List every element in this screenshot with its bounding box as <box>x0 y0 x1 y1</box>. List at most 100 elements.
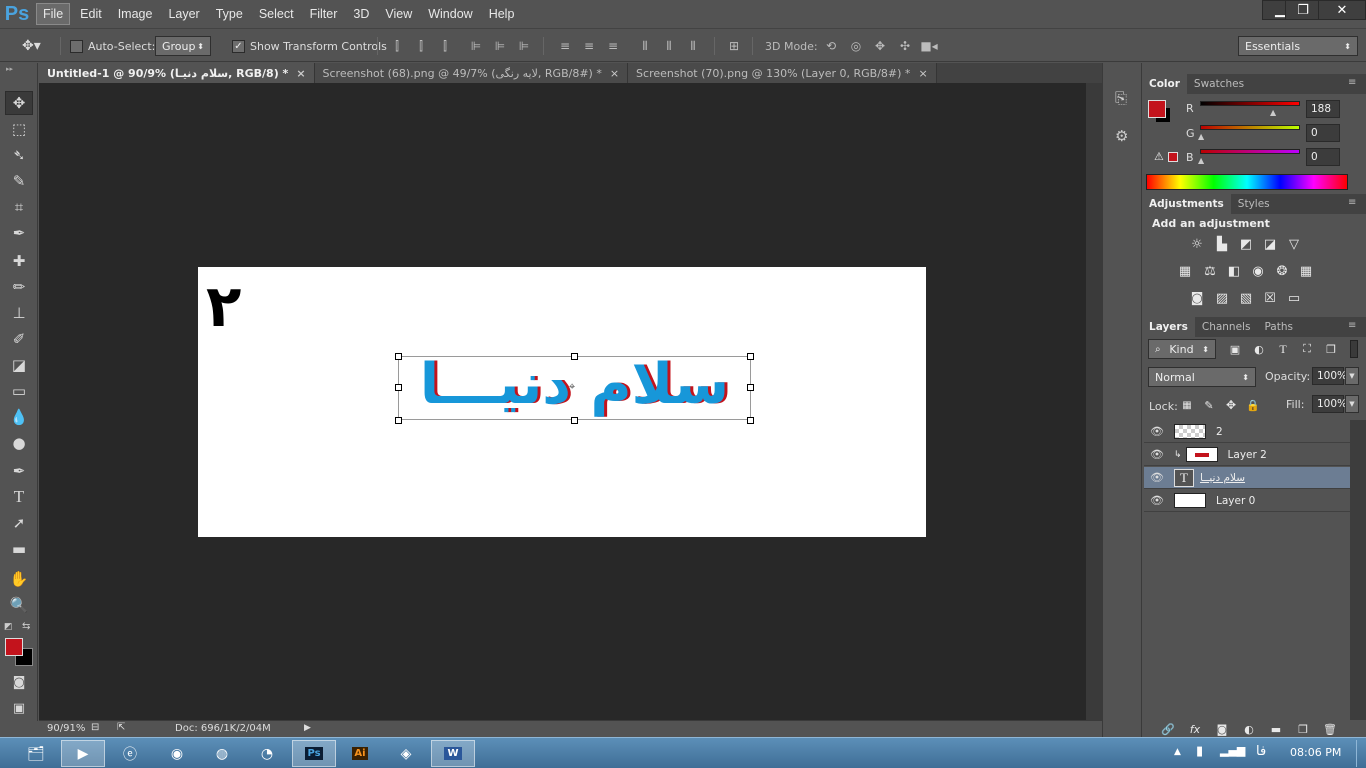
b-slider[interactable] <box>1200 149 1300 154</box>
menu-layer[interactable]: Layer <box>162 4 205 24</box>
hue-saturation-icon[interactable]: ▦ <box>1176 263 1194 279</box>
blur-tool-icon[interactable]: 💧 <box>5 405 33 429</box>
curves-icon[interactable]: ◩ <box>1237 236 1255 252</box>
color-lookup-icon[interactable]: ▦ <box>1297 263 1315 279</box>
menu-file[interactable]: File <box>36 3 71 25</box>
close-button[interactable]: ✕ <box>1318 0 1366 20</box>
zoom-tool-icon[interactable]: 🔍 <box>5 593 33 617</box>
layer-row[interactable]: 👁 Layer 0 <box>1144 490 1350 512</box>
transform-handle[interactable] <box>395 384 402 391</box>
filter-toggle[interactable] <box>1350 340 1358 358</box>
close-tab-icon[interactable]: × <box>296 67 305 80</box>
clock[interactable]: 08:06 PM <box>1290 746 1341 759</box>
layer-row-selected[interactable]: 👁 T سلام دنیــا <box>1144 467 1350 489</box>
levels-icon[interactable]: ▙ <box>1213 236 1231 252</box>
vibrance-icon[interactable]: ▽ <box>1285 236 1303 252</box>
vertical-scrollbar[interactable] <box>1086 83 1102 720</box>
crop-tool-icon[interactable]: ⌗ <box>5 195 33 219</box>
3d-rotate-icon[interactable]: ⟲ <box>823 38 839 54</box>
filter-kind-dropdown[interactable]: ⌕ Kind ⬍ <box>1148 339 1216 359</box>
foreground-color-swatch[interactable] <box>5 638 23 656</box>
gamut-warning-icon[interactable]: ⚠ <box>1154 150 1164 163</box>
lock-transparent-icon[interactable]: ▦ <box>1178 397 1196 413</box>
transform-handle[interactable] <box>571 353 578 360</box>
zoom-level[interactable]: 90/91% <box>47 723 85 734</box>
move-tool-preset-icon[interactable]: ✥▾ <box>22 29 41 63</box>
fx-icon[interactable]: fx <box>1186 721 1204 737</box>
close-tab-icon[interactable]: × <box>610 67 619 80</box>
quick-mask-icon[interactable]: ◙ <box>5 670 33 694</box>
tab-screenshot-68[interactable]: Screenshot (68).png @ 49/7% (لایه رنگی, … <box>314 63 629 83</box>
menu-filter[interactable]: Filter <box>304 4 344 24</box>
ie-icon[interactable]: ⓔ <box>108 740 152 767</box>
gradient-tool-icon[interactable]: ▭ <box>5 379 33 403</box>
filter-adjustment-icon[interactable]: ◐ <box>1250 341 1268 357</box>
fg-color-chip[interactable] <box>1148 100 1166 118</box>
distribute-right-icon[interactable]: ⫴ <box>685 38 701 54</box>
filter-smart-object-icon[interactable]: ❐ <box>1322 341 1340 357</box>
history-panel-icon[interactable]: ⎘ <box>1115 89 1127 107</box>
brush-tool-icon[interactable]: ✏ <box>5 275 33 299</box>
visibility-eye-icon[interactable]: 👁 <box>1144 448 1170 461</box>
layer-name[interactable]: Layer 2 <box>1228 449 1267 461</box>
auto-select-checkbox[interactable]: Auto-Select: <box>70 29 155 63</box>
3d-slide-icon[interactable]: ✣ <box>897 38 913 54</box>
battery-icon[interactable]: ▮ <box>1196 744 1203 759</box>
align-bottom-icon[interactable]: ⫿ <box>437 38 453 54</box>
reference-point-icon[interactable]: ⌖ <box>569 380 575 394</box>
layer-row[interactable]: 👁 2 <box>1144 421 1350 443</box>
workspace-dropdown[interactable]: Essentials ⬍ <box>1238 36 1358 56</box>
3d-roll-icon[interactable]: ◎ <box>848 38 864 54</box>
transform-handle[interactable] <box>395 417 402 424</box>
swap-colors-icon[interactable]: ⇆ <box>22 621 30 632</box>
align-left-icon[interactable]: ⊫ <box>468 38 484 54</box>
close-tab-icon[interactable]: × <box>918 67 927 80</box>
menu-select[interactable]: Select <box>253 4 300 24</box>
threshold-icon[interactable]: ▧ <box>1237 290 1255 306</box>
align-top-icon[interactable]: ⫿ <box>389 38 405 54</box>
tab-adjustments[interactable]: Adjustments <box>1142 194 1231 214</box>
filter-pixel-icon[interactable]: ▣ <box>1226 341 1244 357</box>
path-select-tool-icon[interactable]: ➚ <box>5 511 33 535</box>
eyedropper-tool-icon[interactable]: ✒ <box>5 221 33 245</box>
firefox-icon[interactable]: ◍ <box>200 740 244 767</box>
menu-3d[interactable]: 3D <box>347 4 375 24</box>
blender-icon[interactable]: ◔ <box>245 740 289 767</box>
media-player-icon[interactable]: ▶ <box>61 740 105 767</box>
menu-window[interactable]: Window <box>422 4 478 24</box>
network-icon[interactable]: ▂▄▆ <box>1220 744 1245 757</box>
g-value-input[interactable]: 0 <box>1306 124 1340 142</box>
screen-mode-icon[interactable]: ▣ <box>5 696 33 720</box>
channel-mixer-icon[interactable]: ❂ <box>1273 263 1291 279</box>
align-vcenter-icon[interactable]: ⫿ <box>413 38 429 54</box>
tab-screenshot-70[interactable]: Screenshot (70).png @ 130% (Layer 0, RGB… <box>628 63 937 83</box>
chrome-icon[interactable]: ◉ <box>155 740 199 767</box>
type-tool-icon[interactable]: T <box>5 485 33 509</box>
g-slider[interactable] <box>1200 125 1300 130</box>
rectangle-tool-icon[interactable]: ▬ <box>5 537 33 561</box>
explorer-icon[interactable]: 🗂 <box>14 740 58 767</box>
blend-mode-dropdown[interactable]: Normal ⬍ <box>1148 367 1256 387</box>
menu-help[interactable]: Help <box>483 4 521 24</box>
restore-button[interactable]: ❐ <box>1285 0 1321 20</box>
posterize-icon[interactable]: ▨ <box>1213 290 1231 306</box>
tray-expand-icon[interactable]: ▲ <box>1174 747 1181 757</box>
export-icon[interactable]: ⇱ <box>117 722 125 733</box>
document-canvas[interactable]: ۲ سلام دنیـــا ⌖ <box>198 267 926 537</box>
proof-icon[interactable]: ⊟ <box>91 722 99 733</box>
tab-styles[interactable]: Styles <box>1231 194 1277 214</box>
distribute-hcenter-icon[interactable]: ⫴ <box>661 38 677 54</box>
r-value-input[interactable]: 188 <box>1306 100 1340 118</box>
tab-channels[interactable]: Channels <box>1195 317 1258 337</box>
new-group-icon[interactable]: ▬ <box>1267 721 1285 737</box>
invert-icon[interactable]: ◙ <box>1188 290 1206 306</box>
hand-tool-icon[interactable]: ✋ <box>5 567 33 591</box>
history-brush-tool-icon[interactable]: ✐ <box>5 327 33 351</box>
layer-name[interactable]: Layer 0 <box>1216 495 1255 507</box>
slider-thumb-icon[interactable]: ▲ <box>1198 132 1204 141</box>
opacity-dropdown-icon[interactable]: ▼ <box>1345 367 1359 385</box>
menu-type[interactable]: Type <box>210 4 249 24</box>
exposure-icon[interactable]: ◪ <box>1261 236 1279 252</box>
move-tool-icon[interactable]: ✥ <box>5 91 33 115</box>
lock-pixels-icon[interactable]: ✎ <box>1200 397 1218 413</box>
